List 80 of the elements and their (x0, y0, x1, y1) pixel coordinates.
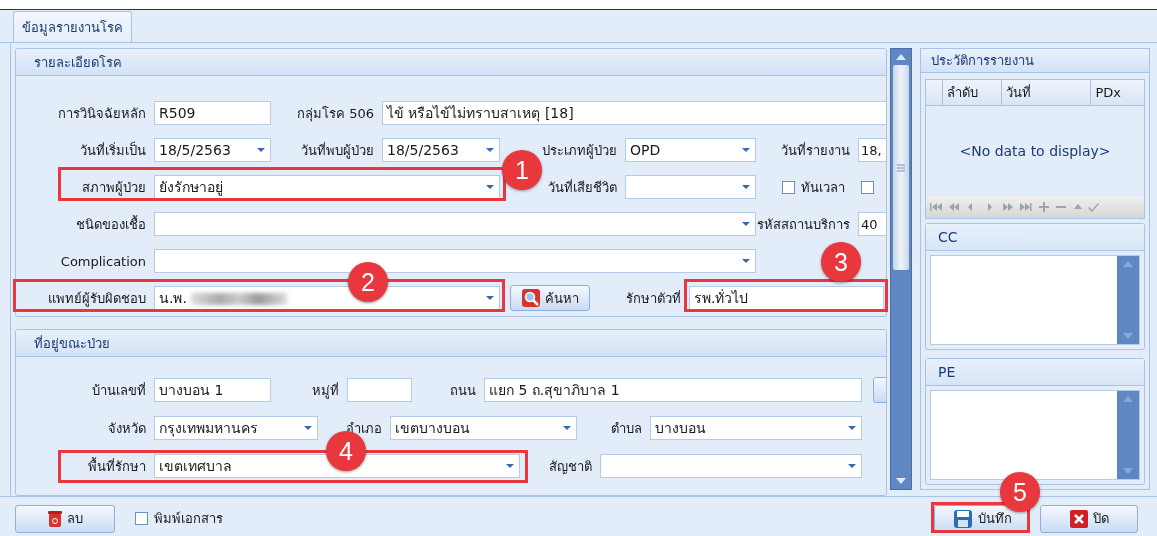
field-label: หมู่ที่ (311, 381, 339, 401)
panel-header: PE (926, 359, 1144, 386)
checkbox[interactable] (782, 180, 795, 194)
column-header[interactable]: PDx (1090, 80, 1144, 106)
field-label: แพทย์ผู้รับผิดชอบ (47, 289, 146, 309)
text-field[interactable]: 18, (858, 138, 886, 162)
field-label: ประเภทผู้ป่วย (541, 141, 617, 161)
field-label: วันที่เสียชีวิต (547, 178, 617, 197)
search-icon (521, 289, 540, 307)
dropdown-arrow-icon[interactable] (485, 295, 495, 301)
field-label: ถนน (449, 381, 476, 400)
field-label: สภาพผู้ป่วย (81, 178, 146, 198)
dropdown-arrow-icon[interactable] (741, 147, 751, 153)
checkbox[interactable] (135, 512, 148, 525)
dropdown-field[interactable] (154, 249, 756, 273)
field-label: พื้นที่รักษา (87, 456, 146, 476)
delete-button[interactable]: ลบ (15, 504, 115, 533)
text-field[interactable] (347, 378, 412, 403)
dropdown-field[interactable]: ยังรักษาอยู่ (154, 175, 500, 199)
field-label: กลุ่มโรค 506 (296, 104, 374, 124)
checkbox-label: ทันเวลา (801, 178, 845, 197)
record-navigator-drawing[interactable] (930, 201, 1100, 213)
empty-message: <No data to display> (959, 143, 1111, 160)
field-label: รหัสสถานบริการ (756, 215, 850, 234)
dropdown-field[interactable] (154, 212, 756, 236)
dropdown-arrow-icon[interactable] (847, 425, 857, 432)
memo-field[interactable] (930, 390, 1140, 480)
trash-can-icon (47, 509, 62, 528)
field-label: วันที่รายงาน (780, 141, 850, 160)
field-label: วันที่เริ่มเป็น (79, 140, 146, 160)
field-label: ชนิดของเชื้อ (75, 214, 146, 234)
checkbox-label: พิมพ์เอกสาร (154, 510, 223, 528)
dropdown-field[interactable]: กรุงเทพมหานคร (154, 416, 318, 441)
dropdown-arrow-icon[interactable] (741, 258, 751, 264)
panel-header: ประวัติการรายงาน (921, 49, 1149, 74)
close-icon (1069, 509, 1088, 528)
dropdown-arrow-icon[interactable] (256, 147, 266, 153)
field-label: จังหวัด (107, 419, 146, 438)
memo-field[interactable] (930, 255, 1140, 345)
dropdown-field[interactable]: 18/5/2563 (154, 138, 271, 162)
text-field[interactable]: ไข้ หรือไข้ไม่ทราบสาเหตุ [18] (382, 101, 886, 125)
field-label: บ้านเลขที่ (91, 381, 146, 400)
dropdown-arrow-icon[interactable] (741, 184, 751, 190)
text-field[interactable]: รพ.ทั่วไป (689, 286, 884, 310)
field-label: สัญชาติ (548, 457, 592, 476)
field-label: วันที่พบผู้ป่วย (300, 141, 374, 161)
dropdown-arrow-icon[interactable] (485, 147, 495, 153)
column-header[interactable]: ลำดับ (941, 80, 1002, 106)
dropdown-field[interactable] (600, 454, 862, 479)
section-header: รายละเอียดโรค (16, 49, 886, 76)
dropdown-arrow-icon[interactable] (847, 463, 857, 470)
text-field[interactable]: บางบอน 1 (154, 378, 271, 403)
section-header: ที่อยู่ขณะป่วย (16, 330, 886, 358)
dropdown-field[interactable]: OPD (625, 138, 756, 162)
text-field[interactable]: R509 (154, 101, 271, 125)
search-button[interactable]: ค้นหา (510, 285, 590, 311)
grip-icon (897, 163, 905, 172)
scroll-down-icon[interactable] (895, 477, 907, 485)
dropdown-field[interactable]: บางบอน (650, 416, 862, 441)
dropdown-arrow-icon[interactable] (505, 463, 515, 470)
scroll-up-icon[interactable] (895, 53, 907, 61)
field-label: การวินิจฉัยหลัก (57, 104, 146, 123)
tab[interactable]: ข้อมูลรายงานโรค (13, 11, 132, 42)
dropdown-arrow-icon[interactable] (485, 184, 495, 190)
field-label: Complication (59, 253, 146, 269)
dropdown-field[interactable] (625, 175, 756, 199)
scrollbar[interactable] (890, 48, 912, 490)
dropdown-arrow-icon[interactable] (562, 425, 572, 432)
dropdown-arrow-icon[interactable] (303, 425, 313, 432)
field-label: ตำบล (610, 419, 642, 438)
panel-header: CC (926, 224, 1144, 251)
dropdown-field[interactable]: 18/5/2563 (382, 138, 500, 162)
text-field[interactable]: 40 (858, 212, 886, 236)
dropdown-field[interactable]: เขตบางบอน (390, 416, 577, 441)
checkbox[interactable] (861, 180, 874, 194)
text-field[interactable]: แยก 5 ถ.สุขาภิบาล 1 (484, 378, 862, 403)
close-button[interactable]: ปิด (1040, 504, 1138, 533)
column-header[interactable]: วันที่ (1001, 80, 1091, 106)
field-label: รักษาตัวที่ (625, 289, 681, 308)
dropdown-arrow-icon[interactable] (741, 221, 751, 227)
